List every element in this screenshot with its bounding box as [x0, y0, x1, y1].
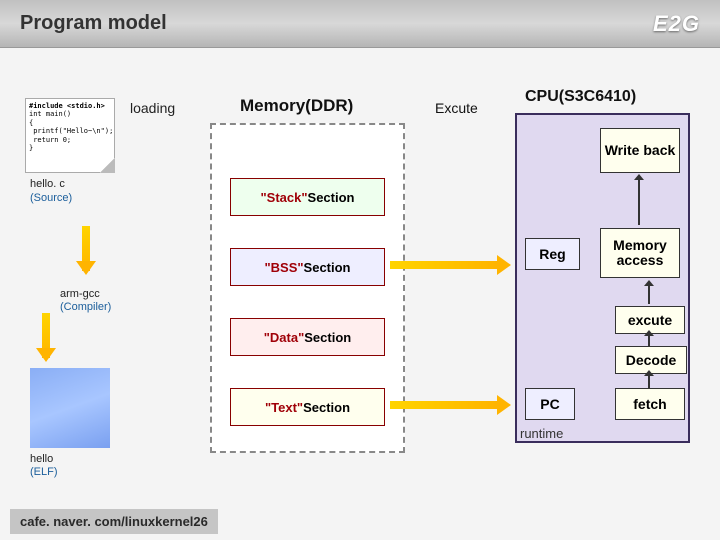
source-code-box: #include <stdio.h> int main() { printf("… [25, 98, 115, 173]
source-label: (Source) [30, 192, 72, 204]
page-title: Program model [20, 12, 167, 35]
cpu-title: CPU(S3C6410) [525, 88, 636, 106]
footer-link[interactable]: cafe. naver. com/linuxkernel26 [10, 509, 218, 534]
stack-section: "Stack" Section [230, 178, 385, 216]
arrow-down-elf [42, 313, 50, 358]
hello-c-label: hello. c [30, 178, 65, 190]
cpu-memaccess: Memory access [600, 228, 680, 278]
arrow-text-pc [390, 401, 497, 409]
cpu-reg: Reg [525, 238, 580, 270]
arrow-down-compile [82, 226, 90, 271]
arm-gcc-label: arm-gcc [60, 288, 100, 300]
arrow-exc-mem [648, 286, 650, 304]
header-bar: Program model E2G [0, 0, 720, 48]
text-section: "Text" Section [230, 388, 385, 426]
bss-section: "BSS" Section [230, 248, 385, 286]
cpu-writeback: Write back [600, 128, 680, 173]
logo: E2G [653, 11, 700, 37]
cpu-fetch: fetch [615, 388, 685, 420]
compiler-label: (Compiler) [60, 301, 111, 313]
code-body: int main() { printf("Hello~\n"); return … [29, 110, 111, 152]
arrow-bss-reg [390, 261, 497, 269]
memory-title: Memory(DDR) [240, 96, 353, 116]
cpu-pc: PC [525, 388, 575, 420]
excute-label: Excute [435, 100, 478, 116]
arrow-mem-wb [638, 180, 640, 225]
elf-label: (ELF) [30, 466, 58, 478]
arrow-dec-exc [648, 336, 650, 346]
code-include: #include <stdio.h> [29, 102, 111, 110]
loading-label: loading [130, 100, 175, 116]
runtime-label: runtime [520, 426, 563, 441]
data-section: "Data" Section [230, 318, 385, 356]
hello-label: hello [30, 453, 53, 465]
elf-box [30, 368, 110, 448]
diagram-area: #include <stdio.h> int main() { printf("… [0, 48, 720, 498]
arrow-fetch-dec [648, 376, 650, 388]
